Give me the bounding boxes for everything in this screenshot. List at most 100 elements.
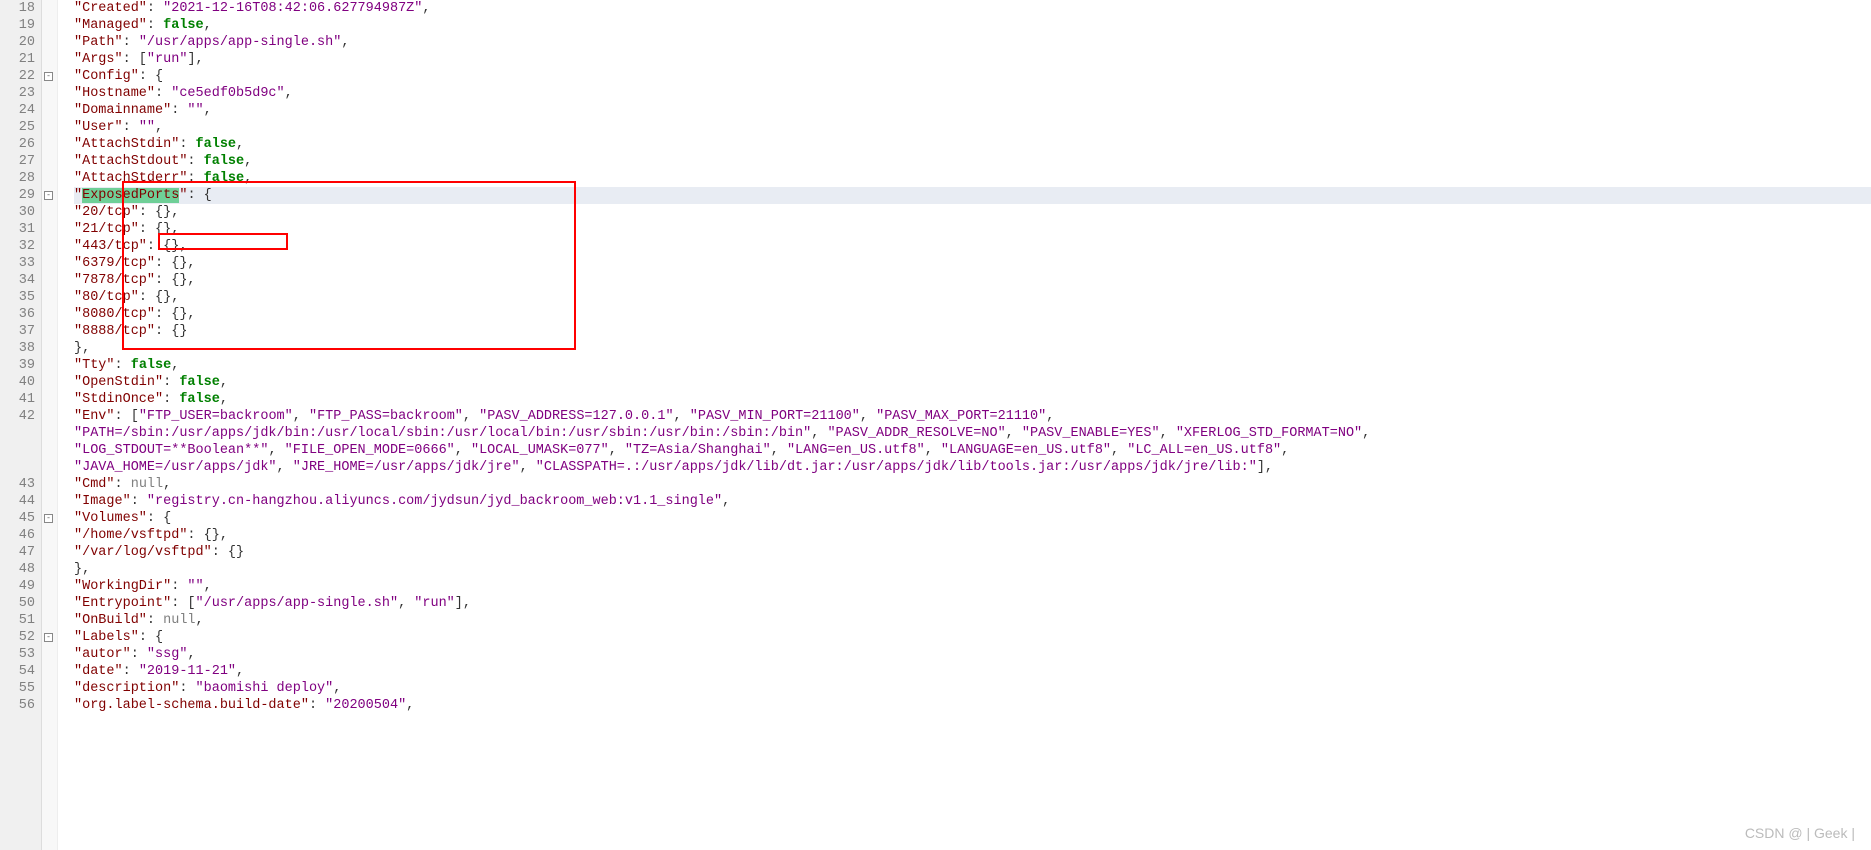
code-line[interactable]: "Env": ["FTP_USER=backroom", "FTP_PASS=b… xyxy=(74,408,1871,425)
token-p: : xyxy=(115,477,131,492)
code-line[interactable]: "LOG_STDOUT=**Boolean**", "FILE_OPEN_MOD… xyxy=(74,442,1871,459)
token-p: , xyxy=(220,392,228,407)
code-line[interactable]: "Config": { xyxy=(74,68,1871,85)
fold-cell xyxy=(42,340,57,357)
line-number: 54 xyxy=(0,663,35,680)
fold-toggle-icon[interactable]: - xyxy=(44,72,53,81)
fold-cell xyxy=(42,697,57,714)
code-line[interactable]: "21/tcp": {}, xyxy=(74,221,1871,238)
code-line[interactable]: "Volumes": { xyxy=(74,510,1871,527)
code-area[interactable]: "Created": "2021-12-16T08:42:06.62779498… xyxy=(72,0,1871,850)
code-line[interactable]: "8080/tcp": {}, xyxy=(74,306,1871,323)
token-str: "registry.cn-hangzhou.aliyuncs.com/jydsu… xyxy=(147,494,722,509)
line-number: 31 xyxy=(0,221,35,238)
token-str: "" xyxy=(187,103,203,118)
fold-cell xyxy=(42,561,57,578)
code-line[interactable]: "8888/tcp": {} xyxy=(74,323,1871,340)
code-line[interactable]: "Image": "registry.cn-hangzhou.aliyuncs.… xyxy=(74,493,1871,510)
token-p: , xyxy=(1006,426,1022,441)
code-line[interactable]: "AttachStdout": false, xyxy=(74,153,1871,170)
token-p: : { xyxy=(187,188,211,203)
token-key: " xyxy=(74,188,82,203)
code-editor: 1819202122232425262728293031323334353637… xyxy=(0,0,1871,850)
line-number: 21 xyxy=(0,51,35,68)
code-line[interactable]: "AttachStderr": false, xyxy=(74,170,1871,187)
line-number: 50 xyxy=(0,595,35,612)
code-line[interactable]: "org.label-schema.build-date": "20200504… xyxy=(74,697,1871,714)
line-number: 35 xyxy=(0,289,35,306)
token-p: , xyxy=(1281,443,1289,458)
code-line[interactable]: }, xyxy=(74,561,1871,578)
fold-cell xyxy=(42,272,57,289)
token-p: : xyxy=(147,18,163,33)
fold-cell xyxy=(42,170,57,187)
code-line[interactable]: "80/tcp": {}, xyxy=(74,289,1871,306)
token-p: : xyxy=(309,698,325,713)
code-line[interactable]: "/var/log/vsftpd": {} xyxy=(74,544,1871,561)
code-line[interactable]: "OnBuild": null, xyxy=(74,612,1871,629)
token-p: , xyxy=(1160,426,1176,441)
code-line[interactable]: "Domainname": "", xyxy=(74,102,1871,119)
code-line[interactable]: "Entrypoint": ["/usr/apps/app-single.sh"… xyxy=(74,595,1871,612)
token-p: , xyxy=(155,120,163,135)
token-key: "date" xyxy=(74,664,123,679)
code-line[interactable]: "date": "2019-11-21", xyxy=(74,663,1871,680)
token-p: , xyxy=(1046,409,1054,424)
code-line[interactable]: "Path": "/usr/apps/app-single.sh", xyxy=(74,34,1871,51)
line-number: 47 xyxy=(0,544,35,561)
code-line[interactable]: "Tty": false, xyxy=(74,357,1871,374)
code-line[interactable]: "autor": "ssg", xyxy=(74,646,1871,663)
token-key: "20/tcp" xyxy=(74,205,139,220)
token-str: "PASV_MIN_PORT=21100" xyxy=(690,409,860,424)
token-p: , xyxy=(236,137,244,152)
fold-cell xyxy=(42,493,57,510)
token-key: "AttachStdout" xyxy=(74,154,187,169)
token-str: "run" xyxy=(147,52,188,67)
token-bool: false xyxy=(204,154,245,169)
token-str: "PATH=/sbin:/usr/apps/jdk/bin:/usr/local… xyxy=(74,426,811,441)
line-number: 29 xyxy=(0,187,35,204)
code-line[interactable]: "Created": "2021-12-16T08:42:06.62779498… xyxy=(74,0,1871,17)
token-key: "Env" xyxy=(74,409,115,424)
token-str: "" xyxy=(187,579,203,594)
token-sel: ExposedPorts xyxy=(82,188,179,203)
code-line[interactable]: "Args": ["run"], xyxy=(74,51,1871,68)
code-line[interactable]: "JAVA_HOME=/usr/apps/jdk", "JRE_HOME=/us… xyxy=(74,459,1871,476)
code-line[interactable]: "20/tcp": {}, xyxy=(74,204,1871,221)
code-line[interactable]: "Labels": { xyxy=(74,629,1871,646)
token-p: : xyxy=(131,494,147,509)
code-line[interactable]: "Cmd": null, xyxy=(74,476,1871,493)
token-p: , xyxy=(236,664,244,679)
fold-toggle-icon[interactable]: - xyxy=(44,633,53,642)
code-line[interactable]: "Hostname": "ce5edf0b5d9c", xyxy=(74,85,1871,102)
code-line[interactable]: "Managed": false, xyxy=(74,17,1871,34)
code-line[interactable]: "AttachStdin": false, xyxy=(74,136,1871,153)
token-p: : xyxy=(155,86,171,101)
line-number: 45 xyxy=(0,510,35,527)
code-line[interactable]: "7878/tcp": {}, xyxy=(74,272,1871,289)
code-line[interactable]: "User": "", xyxy=(74,119,1871,136)
token-str: "20200504" xyxy=(325,698,406,713)
token-p: : { xyxy=(139,630,163,645)
code-line[interactable]: "443/tcp": {}, xyxy=(74,238,1871,255)
token-p: : {}, xyxy=(155,307,196,322)
token-p: , xyxy=(925,443,941,458)
line-number: 43 xyxy=(0,476,35,493)
token-p: , xyxy=(293,409,309,424)
code-line[interactable]: "StdinOnce": false, xyxy=(74,391,1871,408)
code-line[interactable]: }, xyxy=(74,340,1871,357)
code-line[interactable]: "PATH=/sbin:/usr/apps/jdk/bin:/usr/local… xyxy=(74,425,1871,442)
code-line[interactable]: "ExposedPorts": { xyxy=(74,187,1871,204)
token-str: "/usr/apps/app-single.sh" xyxy=(139,35,342,50)
token-p: }, xyxy=(74,341,90,356)
code-line[interactable]: "WorkingDir": "", xyxy=(74,578,1871,595)
fold-toggle-icon[interactable]: - xyxy=(44,191,53,200)
fold-cell xyxy=(42,136,57,153)
fold-toggle-icon[interactable]: - xyxy=(44,514,53,523)
code-line[interactable]: "OpenStdin": false, xyxy=(74,374,1871,391)
code-line[interactable]: "description": "baomishi deploy", xyxy=(74,680,1871,697)
token-str: "PASV_ENABLE=YES" xyxy=(1022,426,1160,441)
token-p: , xyxy=(204,18,212,33)
code-line[interactable]: "6379/tcp": {}, xyxy=(74,255,1871,272)
code-line[interactable]: "/home/vsftpd": {}, xyxy=(74,527,1871,544)
